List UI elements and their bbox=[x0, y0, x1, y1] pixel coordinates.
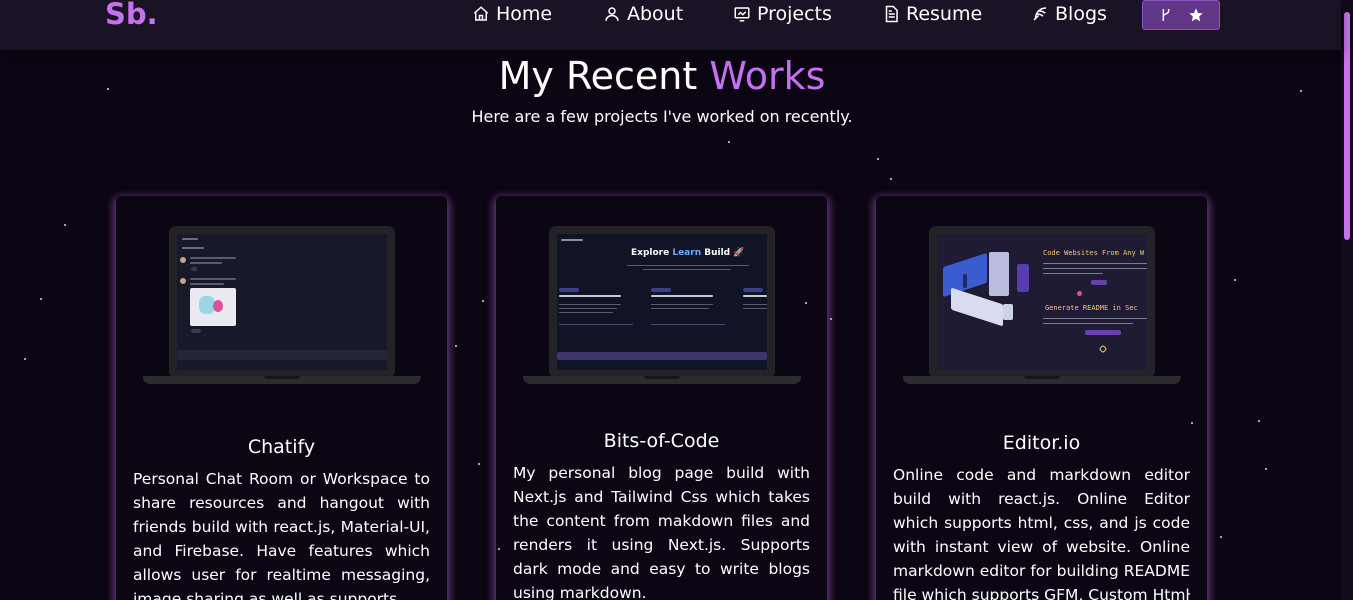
screen-heading-learn: Learn bbox=[672, 248, 702, 258]
project-card-editor-io[interactable]: Code Websites From Any W Generate README… bbox=[876, 196, 1207, 600]
project-title: Editor.io bbox=[1002, 432, 1081, 454]
section-title-highlight: Works bbox=[709, 54, 826, 98]
user-icon bbox=[605, 7, 619, 21]
scrollbar-thumb[interactable] bbox=[1344, 12, 1350, 240]
nav-resume-label: Resume bbox=[906, 3, 983, 25]
navbar: Sb. Home About Projects Resume Blogs bbox=[0, 0, 1341, 50]
project-preview-image: Code Websites From Any W Generate README… bbox=[903, 226, 1181, 386]
project-title: Chatify bbox=[247, 436, 316, 458]
nav-about[interactable]: About bbox=[603, 2, 683, 26]
nav-home-label: Home bbox=[496, 3, 553, 25]
nav-projects[interactable]: Projects bbox=[733, 2, 832, 26]
project-card-bits-of-code[interactable]: Explore Learn Build 🚀 Bits-of-Code My pe… bbox=[496, 196, 827, 600]
project-preview-image: Explore Learn Build 🚀 bbox=[523, 226, 801, 386]
nav-projects-label: Projects bbox=[757, 3, 832, 25]
star-icon bbox=[1189, 8, 1203, 22]
home-icon bbox=[473, 6, 489, 21]
screen-readme-heading: Generate README in Sec bbox=[1045, 304, 1138, 312]
nav-resume[interactable]: Resume bbox=[882, 2, 982, 26]
screen-heading-explore: Explore bbox=[631, 248, 673, 258]
github-fork-button[interactable] bbox=[1142, 0, 1220, 30]
document-icon bbox=[885, 5, 898, 23]
section-title: My Recent Works bbox=[0, 54, 1324, 98]
screen-heading-build: Build bbox=[701, 248, 731, 258]
nav-about-label: About bbox=[627, 3, 684, 25]
git-fork-icon bbox=[1162, 9, 1170, 21]
section-title-main: My Recent bbox=[498, 54, 710, 98]
nav-home[interactable]: Home bbox=[472, 2, 552, 26]
feather-icon bbox=[1033, 7, 1047, 21]
screen-code-heading: Code Websites From Any W bbox=[1043, 249, 1145, 257]
page-scrollbar[interactable] bbox=[1341, 0, 1353, 600]
projects-icon bbox=[734, 7, 750, 22]
project-description: Personal Chat Room or Workspace to share… bbox=[133, 470, 430, 600]
project-description: My personal blog page build with Next.js… bbox=[513, 464, 810, 600]
project-card-chatify[interactable]: Chatify Personal Chat Room or Workspace … bbox=[116, 196, 447, 600]
project-description: Online code and markdown editor build wi… bbox=[893, 466, 1190, 600]
section-subtitle: Here are a few projects I've worked on r… bbox=[471, 107, 853, 126]
site-logo[interactable]: Sb. bbox=[105, 0, 158, 31]
project-title: Bits-of-Code bbox=[603, 430, 720, 452]
nav-blogs-label: Blogs bbox=[1055, 3, 1107, 25]
project-preview-image bbox=[143, 226, 421, 386]
nav-blogs[interactable]: Blogs bbox=[1031, 2, 1107, 26]
